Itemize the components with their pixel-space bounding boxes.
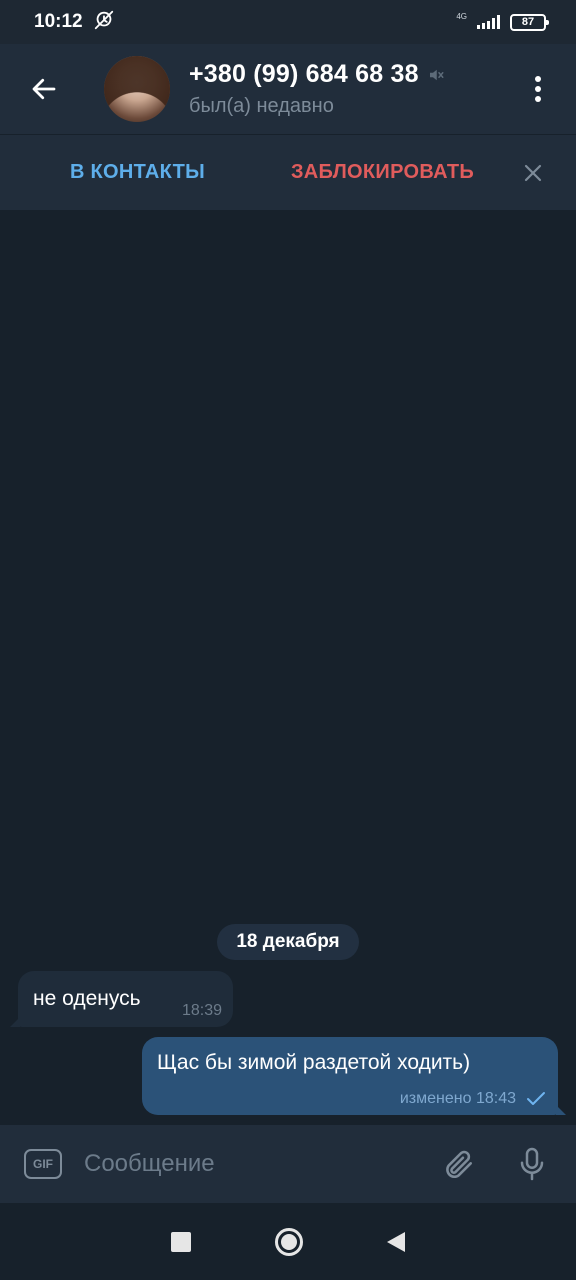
date-separator: 18 декабря xyxy=(217,924,359,960)
status-left: 10:12 xyxy=(34,9,115,36)
message-meta: изменено 18:43 xyxy=(400,1090,546,1108)
gif-button[interactable]: GIF xyxy=(0,1125,86,1203)
more-menu-button[interactable] xyxy=(500,44,576,134)
chat-header: +380 (99) 684 68 38 был(а) недавно xyxy=(0,44,576,134)
battery-level: 87 xyxy=(521,16,535,28)
input-bar: GIF xyxy=(0,1125,576,1203)
more-vertical-icon xyxy=(535,76,541,102)
check-icon xyxy=(527,1092,545,1105)
system-back-button[interactable] xyxy=(387,1231,405,1252)
message-input[interactable] xyxy=(84,1139,428,1189)
contact-status: был(а) недавно xyxy=(189,95,334,117)
battery-icon: 87 xyxy=(510,13,549,31)
recents-button[interactable] xyxy=(171,1231,191,1252)
network-label: 4G xyxy=(456,11,467,21)
gif-icon: GIF xyxy=(24,1149,62,1179)
add-to-contacts-button[interactable]: В КОНТАКТЫ xyxy=(0,161,275,184)
back-button[interactable] xyxy=(0,44,88,134)
close-icon xyxy=(524,164,542,181)
avatar[interactable] xyxy=(104,56,170,122)
outgoing-message[interactable]: Щас бы зимой раздетой ходить) изменено 1… xyxy=(142,1037,566,1115)
edited-label: изменено xyxy=(399,1090,472,1107)
status-right: 4G 87 xyxy=(456,11,549,31)
contact-name: +380 (99) 684 68 38 xyxy=(189,60,419,88)
signal-icon xyxy=(477,15,500,29)
home-button[interactable] xyxy=(275,1227,303,1256)
paperclip-icon xyxy=(446,1150,473,1179)
contact-info[interactable]: +380 (99) 684 68 38 был(а) недавно xyxy=(189,60,500,118)
attach-button[interactable] xyxy=(428,1125,488,1203)
alarm-off-icon xyxy=(93,9,115,36)
message-time: 18:39 xyxy=(181,1002,222,1019)
status-time: 10:12 xyxy=(34,11,83,32)
telegram-chat-screen: 10:12 4G 87 +380 (99) 684 68 38 был(а) н… xyxy=(0,0,576,1280)
incoming-message[interactable]: не оденусь 18:39 xyxy=(10,971,233,1027)
system-nav-bar xyxy=(0,1203,576,1280)
message-text: Щас бы зимой раздетой ходить) xyxy=(157,1051,471,1074)
message-time: 18:43 xyxy=(475,1090,516,1107)
microphone-icon xyxy=(520,1147,544,1181)
status-bar: 10:12 4G 87 xyxy=(0,0,576,44)
message-text: не оденусь xyxy=(33,987,141,1010)
arrow-left-icon xyxy=(32,78,56,100)
block-user-button[interactable]: ЗАБЛОКИРОВАТЬ xyxy=(275,161,490,184)
action-bar: В КОНТАКТЫ ЗАБЛОКИРОВАТЬ xyxy=(0,135,576,210)
voice-message-button[interactable] xyxy=(502,1125,562,1203)
muted-icon xyxy=(429,69,444,80)
close-action-bar-button[interactable] xyxy=(490,135,576,210)
